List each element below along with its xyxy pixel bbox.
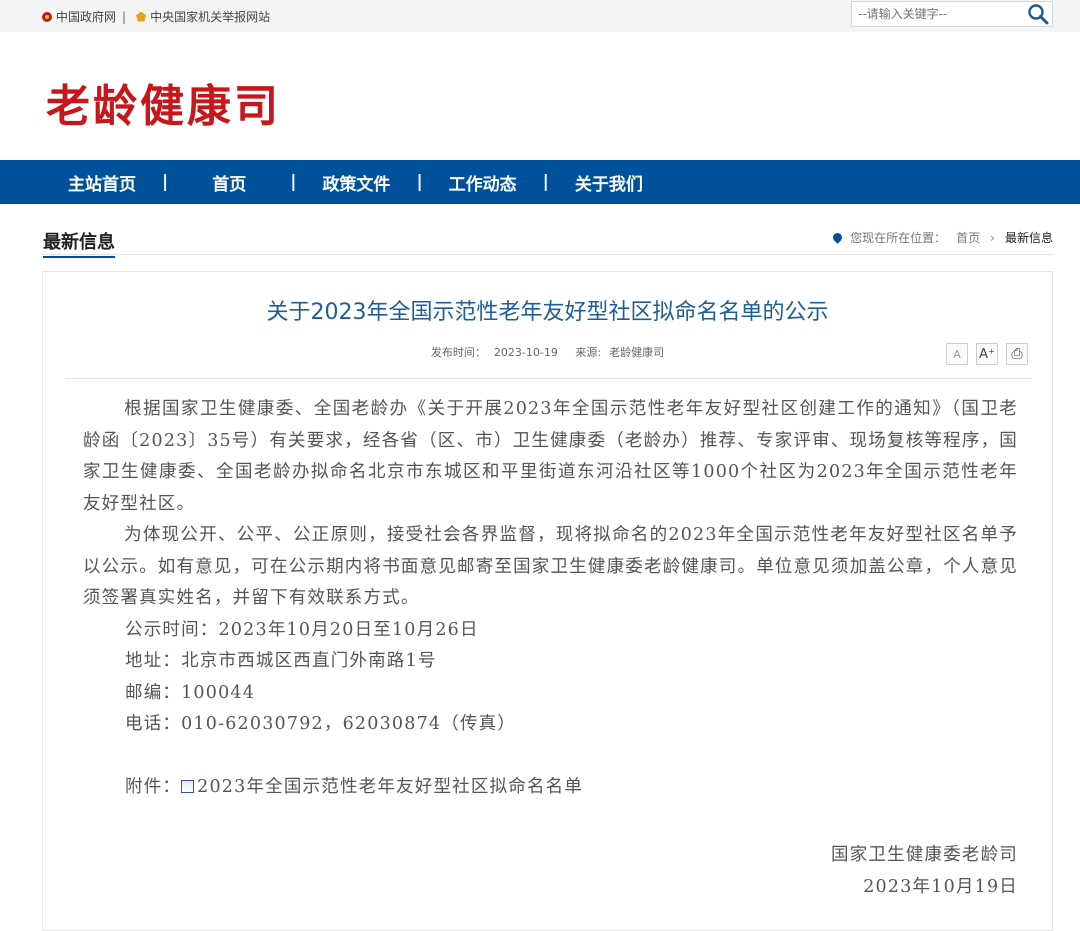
chevron-right-icon: ›	[990, 230, 995, 245]
search-icon[interactable]	[1026, 3, 1050, 25]
source-label: 来源:	[575, 346, 602, 359]
national-emblem-icon	[42, 11, 52, 22]
top-bar: 中国政府网 | 中央国家机关举报网站	[0, 0, 1080, 32]
signature-org: 国家卫生健康委老龄司	[831, 845, 1018, 865]
article-panel: 关于2023年全国示范性老年友好型社区拟命名名单的公示 发布时间： 2023-10…	[42, 271, 1053, 931]
publish-date-label: 发布时间：	[430, 346, 486, 359]
article-title: 关于2023年全国示范性老年友好型社区拟命名名单的公示	[266, 300, 829, 325]
site-header: 老龄健康司	[0, 32, 1080, 160]
publish-date: 2023-10-19	[493, 346, 558, 359]
attachment-link[interactable]: 2023年全国示范性老年友好型社区拟命名名单	[197, 777, 583, 797]
nav-main-home[interactable]: 主站首页	[42, 170, 162, 195]
location-pin-icon	[831, 231, 845, 244]
report-site-link[interactable]: 中央国家机关举报网站	[136, 8, 270, 25]
attachment-label: 附件：	[125, 776, 182, 797]
signature-date: 2023年10月19日	[863, 876, 1018, 897]
search-input[interactable]	[852, 2, 1034, 26]
breadcrumb-label: 您现在所在位置：	[850, 231, 947, 245]
paragraph-2: 为体现公开、公平、公正原则，接受社会各界监督，现将拟命名的2023年全国示范性老…	[83, 525, 1018, 608]
nav-policy-docs[interactable]: 政策文件	[296, 170, 416, 195]
font-increase-button[interactable]: A⁺	[976, 343, 998, 365]
nav-home[interactable]: 首页	[168, 170, 290, 195]
article-meta: 发布时间： 2023-10-19 来源: 老龄健康司	[43, 344, 1052, 360]
gov-portal-link[interactable]: 中国政府网	[42, 8, 116, 25]
document-icon	[181, 779, 195, 793]
report-site-link-label: 中央国家机关举报网站	[150, 10, 271, 24]
font-decrease-button[interactable]: A	[946, 343, 968, 365]
site-title: 老龄健康司	[46, 81, 281, 132]
phone-fax: 电话：010-62030792，62030874（传真）	[125, 714, 517, 734]
attachment-row: 附件： 2023年全国示范性老年友好型社区拟命名名单	[83, 772, 1018, 804]
top-links: 中国政府网 | 中央国家机关举报网站	[42, 8, 270, 25]
breadcrumb: 您现在所在位置： 首页 › 最新信息	[831, 229, 1053, 246]
gov-portal-link-label: 中国政府网	[56, 10, 117, 24]
main-nav: 主站首页 | 首页 | 政策文件 | 工作动态 | 关于我们	[0, 160, 1080, 204]
mailing-address: 地址：北京市西城区西直门外南路1号	[125, 651, 437, 671]
article-body: 根据国家卫生健康委、全国老龄办《关于开展2023年全国示范性老年友好型社区创建工…	[83, 394, 1018, 903]
nav-work-news[interactable]: 工作动态	[423, 170, 543, 195]
nav-about-us[interactable]: 关于我们	[549, 170, 669, 195]
announcement-period: 公示时间：2023年10月20日至10月26日	[125, 619, 479, 640]
breadcrumb-current: 最新信息	[1004, 231, 1053, 245]
article-tools: A A⁺ ⎙	[946, 343, 1028, 365]
search-box	[851, 1, 1053, 27]
top-link-separator: |	[122, 9, 127, 24]
section-divider	[42, 254, 1053, 255]
article-divider	[65, 378, 1032, 379]
breadcrumb-home[interactable]: 首页	[956, 229, 980, 246]
source-value: 老龄健康司	[609, 346, 665, 359]
paragraph-1: 根据国家卫生健康委、全国老龄办《关于开展2023年全国示范性老年友好型社区创建工…	[83, 399, 1018, 514]
report-badge-icon	[136, 11, 147, 22]
postcode: 邮编：100044	[125, 682, 256, 703]
print-button[interactable]: ⎙	[1006, 343, 1028, 365]
